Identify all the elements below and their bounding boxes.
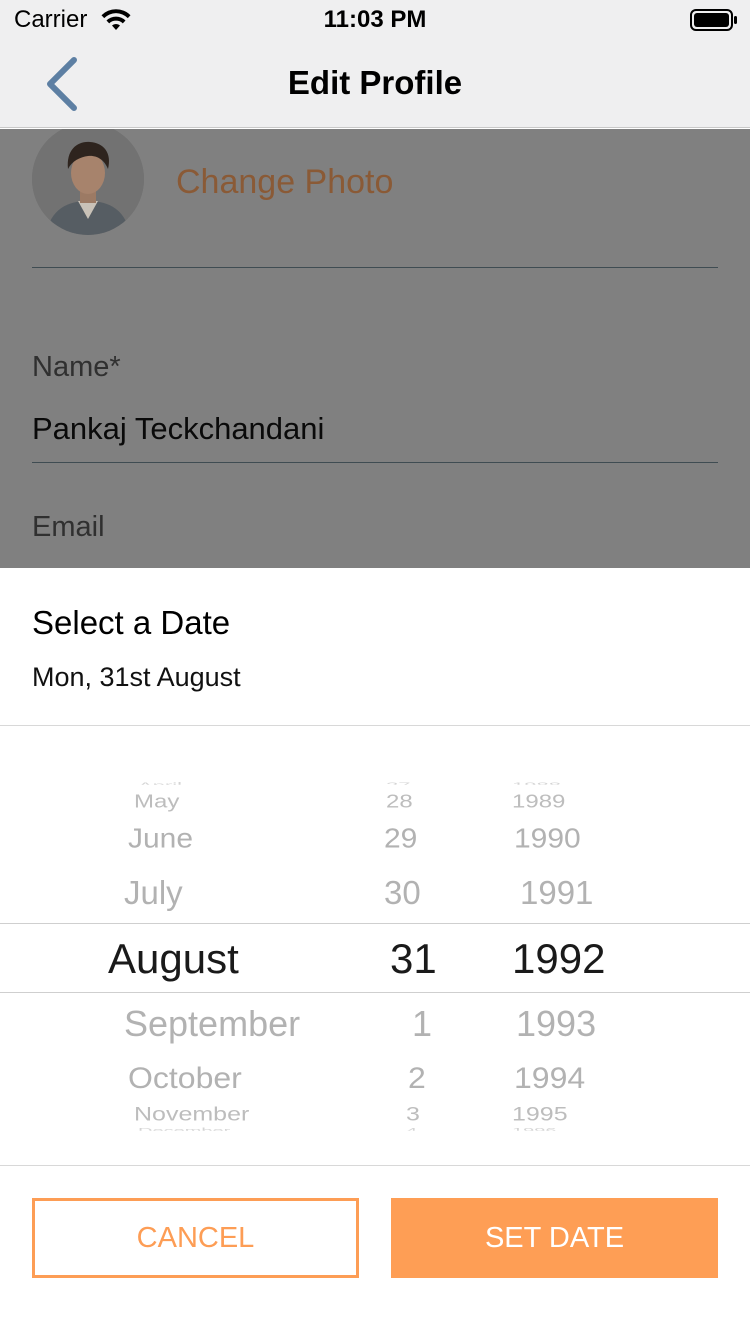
email-label: Email (32, 511, 105, 543)
profile-form-overlay: Change Photo Name* Pankaj Teckchandani E… (0, 129, 750, 569)
year-option[interactable]: 1991 (520, 876, 593, 909)
year-option[interactable]: 1993 (516, 1006, 596, 1042)
month-option[interactable]: October (128, 1063, 242, 1092)
year-option[interactable]: 1992 (512, 938, 605, 980)
status-time: 11:03 PM (323, 6, 427, 33)
navigation-bar: Edit Profile (0, 40, 750, 128)
month-option[interactable]: September (124, 1006, 300, 1042)
month-option[interactable]: December (138, 1127, 230, 1131)
day-option[interactable]: 28 (386, 792, 413, 812)
profile-photo-image (32, 129, 144, 235)
name-field[interactable]: Pankaj Teckchandani (32, 411, 324, 447)
day-option[interactable]: 3 (406, 1104, 420, 1125)
year-option[interactable]: 1990 (514, 825, 581, 853)
day-option[interactable]: 30 (384, 876, 421, 909)
divider (32, 267, 718, 268)
month-option[interactable]: May (134, 792, 179, 812)
page-title: Edit Profile (287, 64, 463, 101)
year-option[interactable]: 1996 (512, 1127, 557, 1131)
month-option[interactable]: July (124, 876, 183, 909)
month-option[interactable]: April (138, 781, 182, 785)
date-picker-wheel[interactable]: April May June July August September October No… (0, 778, 750, 1134)
sheet-header: Select a Date Mon, 31st August (0, 568, 750, 726)
month-option[interactable]: August (108, 938, 239, 980)
day-option[interactable]: 1 (412, 1006, 432, 1042)
avatar[interactable] (32, 129, 144, 235)
year-option[interactable]: 1988 (512, 781, 561, 785)
day-option[interactable]: 4 (406, 1127, 417, 1131)
change-photo-link[interactable]: Change Photo (176, 163, 393, 202)
status-bar: Carrier 11:03 PM (0, 0, 750, 40)
name-label: Name* (32, 351, 121, 383)
selected-date-label: Mon, 31st August (32, 662, 241, 692)
date-picker-sheet: Select a Date Mon, 31st August April May J… (0, 568, 750, 1334)
divider (0, 1165, 750, 1166)
divider (32, 462, 718, 463)
day-option[interactable]: 2 (408, 1063, 426, 1092)
cancel-button[interactable]: CANCEL (32, 1198, 359, 1278)
year-option[interactable]: 1989 (512, 792, 565, 812)
day-option[interactable]: 29 (384, 825, 417, 853)
day-option[interactable]: 31 (390, 938, 437, 980)
year-option[interactable]: 1995 (512, 1104, 568, 1125)
day-option[interactable]: 27 (386, 781, 410, 785)
battery-icon (690, 9, 737, 31)
set-date-button[interactable]: SET DATE (391, 1198, 718, 1278)
year-option[interactable]: 1994 (514, 1063, 585, 1092)
month-option[interactable]: June (128, 825, 193, 853)
month-option[interactable]: November (134, 1104, 249, 1125)
sheet-title: Select a Date (32, 604, 231, 641)
